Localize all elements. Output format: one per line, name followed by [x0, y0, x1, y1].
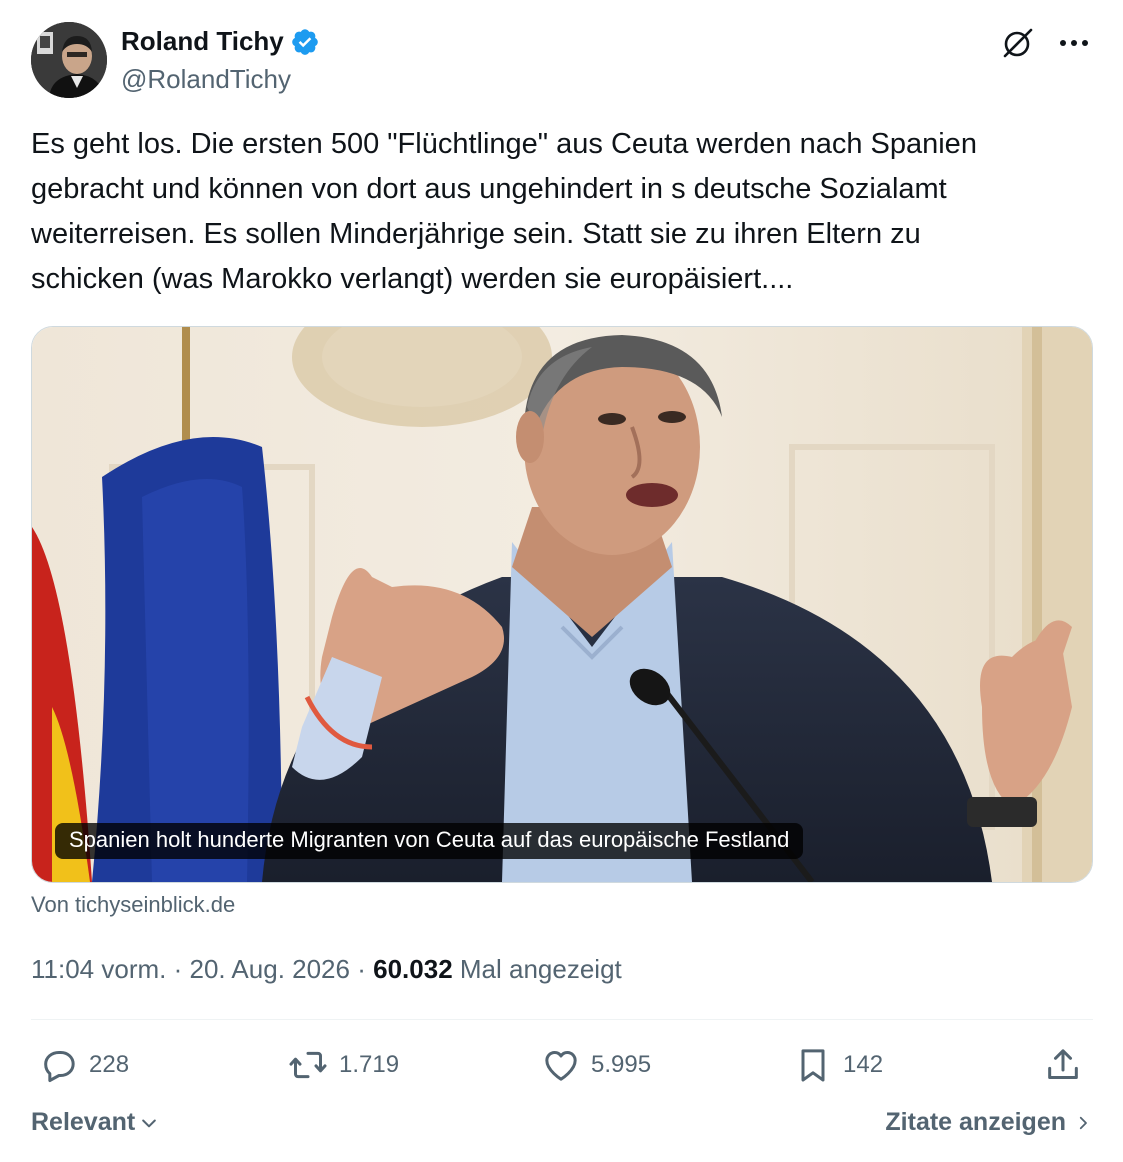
- bookmark-icon: [801, 1049, 825, 1082]
- article-photo: [32, 327, 1092, 882]
- avatar[interactable]: [31, 22, 107, 98]
- reply-icon: [44, 1051, 75, 1082]
- header-actions: [999, 24, 1093, 62]
- view-quotes-link[interactable]: Zitate anzeigen: [885, 1108, 1092, 1137]
- tweet-header: Roland Tichy @RolandTichy: [31, 22, 1093, 100]
- tweet-date[interactable]: 20. Aug. 2026: [190, 954, 350, 984]
- author-display-name[interactable]: Roland Tichy: [121, 26, 284, 57]
- grok-icon[interactable]: [999, 24, 1037, 62]
- heart-icon: [545, 1051, 577, 1081]
- tweet-time[interactable]: 11:04 vorm.: [31, 954, 166, 984]
- link-card-image[interactable]: Spanien holt hunderte Migranten von Ceut…: [31, 326, 1093, 883]
- quotes-label: Zitate anzeigen: [885, 1108, 1066, 1136]
- more-horizontal-icon[interactable]: [1055, 24, 1093, 62]
- link-card-caption: Spanien holt hunderte Migranten von Ceut…: [55, 823, 804, 859]
- tweet-text: Es geht los. Die ersten 500 "Flüchtlinge…: [31, 128, 977, 295]
- share-icon: [1048, 1049, 1078, 1079]
- chevron-down-icon: [142, 1119, 157, 1127]
- author-name-row: Roland Tichy: [121, 26, 320, 57]
- meta-separator: ·: [357, 954, 366, 984]
- retweet-button[interactable]: 1.719: [287, 1038, 399, 1092]
- meta-separator: ·: [173, 954, 183, 984]
- reply-button[interactable]: 228: [39, 1038, 129, 1092]
- sort-replies-dropdown[interactable]: Relevant: [31, 1108, 159, 1137]
- bookmark-count: 142: [843, 1051, 884, 1078]
- verified-badge-icon[interactable]: [290, 27, 320, 57]
- views-label: Mal angezeigt: [459, 954, 622, 984]
- author-handle[interactable]: @RolandTichy: [121, 64, 291, 95]
- action-bar: 228 1.719 5.995 142: [31, 1038, 1093, 1092]
- views-count: 60.032: [373, 954, 453, 984]
- divider: [31, 1019, 1093, 1020]
- retweet-icon: [289, 1051, 327, 1079]
- share-button[interactable]: [1043, 1038, 1083, 1092]
- sort-label: Relevant: [31, 1108, 136, 1136]
- tweet-meta: 11:04 vorm. · 20. Aug. 2026 · 60.032 Mal…: [31, 954, 622, 985]
- link-source[interactable]: Von tichyseinblick.de: [31, 892, 235, 918]
- like-count: 5.995: [591, 1051, 652, 1078]
- reply-count: 228: [89, 1051, 130, 1078]
- chevron-right-icon: [1079, 1116, 1087, 1129]
- like-button[interactable]: 5.995: [541, 1038, 651, 1092]
- retweet-count: 1.719: [339, 1051, 400, 1078]
- avatar-photo: [31, 22, 107, 98]
- bookmark-button[interactable]: 142: [793, 1038, 883, 1092]
